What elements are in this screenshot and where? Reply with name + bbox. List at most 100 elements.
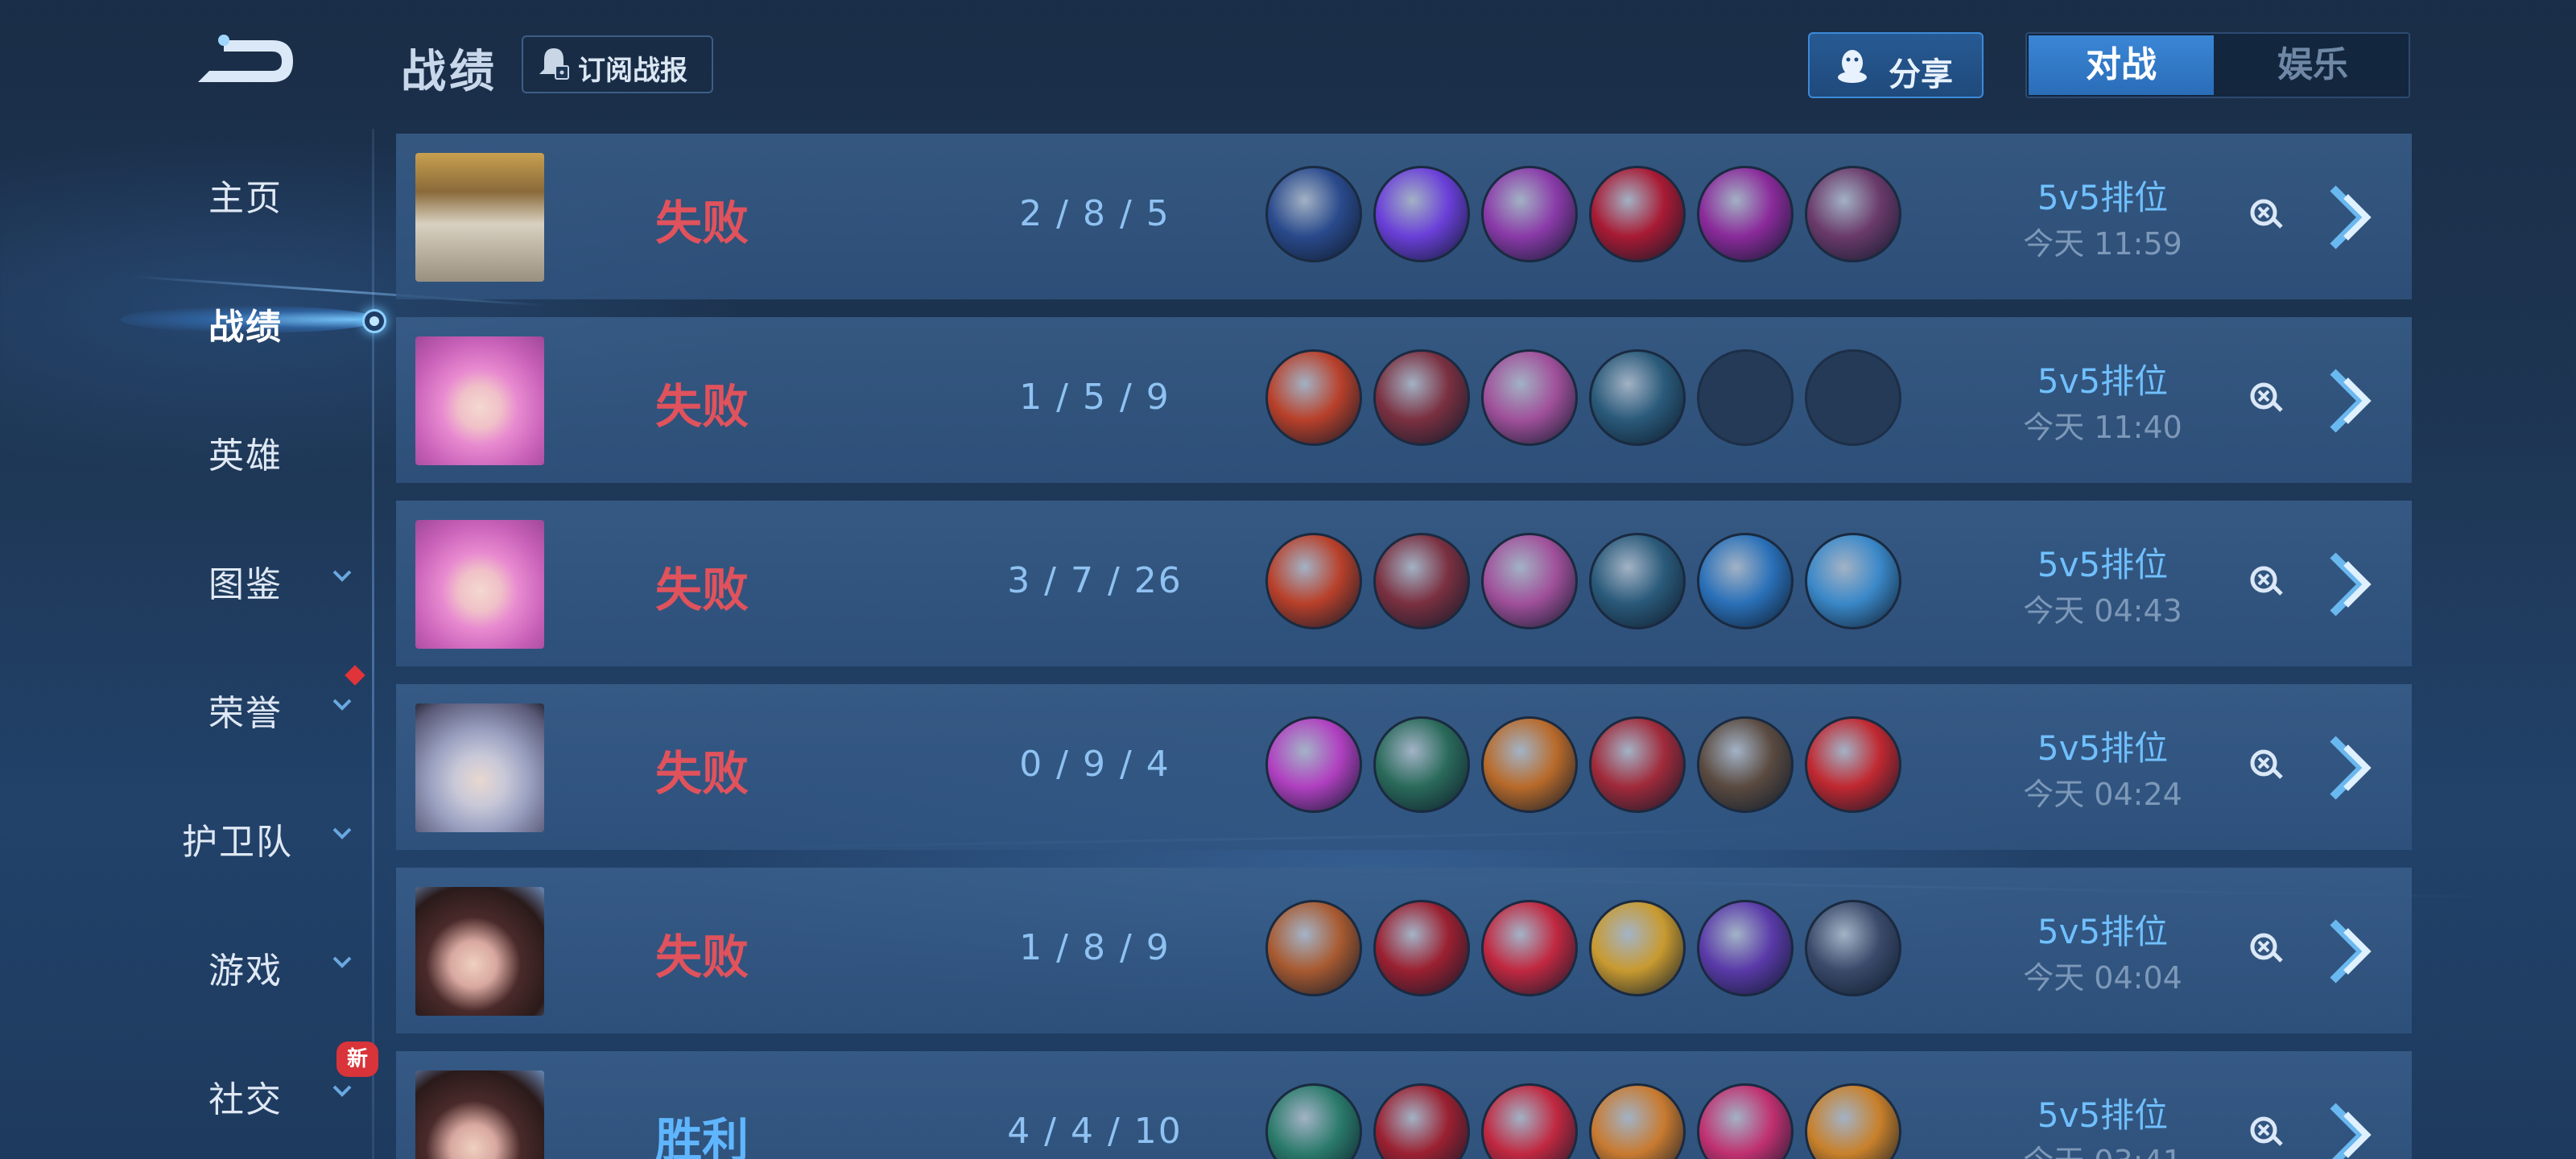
equipment-item-icon (1589, 900, 1686, 996)
dark-hair-heroine-portrait (415, 887, 544, 1016)
back-arrow-icon (198, 35, 293, 82)
match-row[interactable]: 失败 1 / 5 / 9 5v5排位 今天 11:40 (396, 317, 2412, 483)
match-mode: 5v5排位 (2037, 178, 2169, 217)
share-label: 分享 (1889, 56, 1953, 93)
equipment-item-icon (1589, 716, 1686, 813)
sidebar-item-atlas[interactable]: 图鉴 (0, 531, 378, 620)
replay-detail-icon[interactable] (2248, 745, 2283, 781)
equipment-item-icon (1373, 533, 1470, 629)
sidebar-item-games[interactable]: 游戏 (0, 918, 378, 1006)
sidebar-item-guard-team[interactable]: 护卫队 (0, 789, 378, 877)
equipment-item-icon (1373, 900, 1470, 996)
replay-detail-icon[interactable] (2248, 1112, 2283, 1148)
equipment-item-icon (1589, 533, 1686, 629)
chevron-right-icon[interactable] (2322, 1099, 2378, 1159)
sidebar-item-label: 战绩 (208, 307, 283, 348)
equipment-item-icon (1697, 166, 1794, 262)
page-title: 战绩 (401, 46, 497, 98)
match-row[interactable]: 失败 2 / 8 / 5 5v5排位今天 11:59 (396, 134, 2412, 299)
replay-detail-icon[interactable] (2248, 929, 2283, 964)
sidebar-item-records[interactable]: 战绩 (0, 274, 386, 362)
chevron-right-icon[interactable] (2322, 732, 2378, 803)
match-row[interactable]: 失败 1 / 8 / 9 5v5排位今天 04:04 (396, 868, 2412, 1033)
chevron-right-icon[interactable] (2322, 916, 2378, 987)
subscribe-report-label: 订阅战报 (578, 55, 687, 87)
equipment-item-icon (1481, 533, 1578, 629)
sidebar-item-label: 社交 (208, 1079, 283, 1120)
chevron-right-icon[interactable] (2322, 182, 2378, 253)
kda-stats: 1 / 8 / 9 (1019, 927, 1170, 968)
match-result: 失败 (654, 196, 749, 250)
equipment-item-icon (1373, 716, 1470, 813)
chevron-right-icon[interactable] (2322, 365, 2378, 436)
equipment-item-icon (1805, 166, 1901, 262)
sidebar: 主页 战绩 英雄 图鉴 荣誉 护卫队 游戏 新 社交 (0, 129, 386, 1159)
kda-stats: 3 / 7 / 26 (1007, 560, 1183, 601)
match-time: 今天 04:04 (2023, 960, 2182, 996)
kda-stats: 2 / 8 / 5 (1019, 193, 1170, 234)
equipment-item-icon (1373, 166, 1470, 262)
tab-battle[interactable]: 对战 (2029, 35, 2214, 95)
equipment-item-icon (1697, 533, 1794, 629)
equipment-item-icon (1265, 900, 1362, 996)
match-result: 失败 (654, 563, 749, 617)
equipment-item-icon (1373, 349, 1470, 446)
share-button[interactable]: 分享 (1808, 32, 1984, 98)
equipment-item-icon (1589, 166, 1686, 262)
equipment-item-icon (1265, 716, 1362, 813)
mode-toggle: 对战 娱乐 (2025, 32, 2410, 98)
replay-detail-icon[interactable] (2248, 562, 2283, 597)
equipment-item-icon (1481, 900, 1578, 996)
sidebar-item-home[interactable]: 主页 (0, 145, 378, 233)
silver-hair-hero-portrait (415, 703, 544, 832)
match-row[interactable]: 失败 3 / 7 / 26 5v5排位 今天 04:43 (396, 501, 2412, 666)
equipment-item-icon (1265, 166, 1362, 262)
sidebar-item-social[interactable]: 新 社交 (0, 1041, 378, 1135)
bell-lock-icon (539, 48, 569, 80)
equipment-item-icon (1805, 1083, 1901, 1159)
chevron-down-icon (332, 956, 352, 968)
match-mode: 5v5排位 (2037, 1095, 2169, 1135)
sidebar-item-label: 游戏 (208, 951, 283, 992)
equipment-item-icon (1805, 900, 1901, 996)
back-button[interactable] (192, 29, 304, 93)
equipment-item-icon (1805, 716, 1901, 813)
pink-hair-hero-portrait (415, 520, 544, 649)
match-time: 今天 04:43 (2023, 593, 2182, 629)
match-time: 今天 11:59 (2023, 226, 2182, 262)
tab-entertainment[interactable]: 娱乐 (2220, 35, 2405, 95)
match-row[interactable]: 失败 0 / 9 / 4 5v5排位 今天 04:24 (396, 684, 2412, 850)
match-time: 今天 04:24 (2023, 777, 2182, 812)
equipment-item-icon (1697, 900, 1794, 996)
kda-stats: 4 / 4 / 10 (1007, 1111, 1183, 1152)
equipment-item-icon (1265, 349, 1362, 446)
sidebar-item-label: 护卫队 (182, 822, 293, 863)
equipment-item-icon (1373, 1083, 1470, 1159)
match-mode: 5v5排位 (2037, 361, 2169, 401)
equipment-item-icon (1805, 533, 1901, 629)
match-row[interactable]: 胜利 4 / 4 / 10 5v5排位今天 03:41 (396, 1051, 2412, 1159)
replay-detail-icon[interactable] (2248, 195, 2283, 230)
chevron-right-icon[interactable] (2322, 549, 2378, 620)
chevron-down-icon (332, 699, 352, 711)
equipment-item-icon (1481, 716, 1578, 813)
new-badge: 新 (336, 1041, 378, 1077)
equipment-item-icon (1265, 533, 1362, 629)
qq-penguin-icon (1838, 50, 1867, 83)
equipment-item-icon (1481, 166, 1578, 262)
match-result: 失败 (654, 379, 749, 434)
match-result: 失败 (654, 930, 749, 984)
active-indicator-icon (362, 309, 386, 333)
sidebar-item-label: 图鉴 (208, 564, 283, 605)
sidebar-item-heroes[interactable]: 英雄 (0, 402, 378, 491)
match-time: 今天 11:40 (2023, 410, 2182, 445)
equipment-item-icon (1697, 1083, 1794, 1159)
subscribe-report-button[interactable]: 订阅战报 (522, 35, 713, 93)
chevron-down-icon (332, 1085, 352, 1097)
sidebar-item-honor[interactable]: 荣誉 (0, 660, 378, 749)
equipment-item-icon (1697, 716, 1794, 813)
empty-equipment-slot (1805, 349, 1901, 446)
replay-detail-icon[interactable] (2248, 378, 2283, 414)
equipment-item-icon (1481, 1083, 1578, 1159)
match-mode: 5v5排位 (2037, 912, 2169, 951)
